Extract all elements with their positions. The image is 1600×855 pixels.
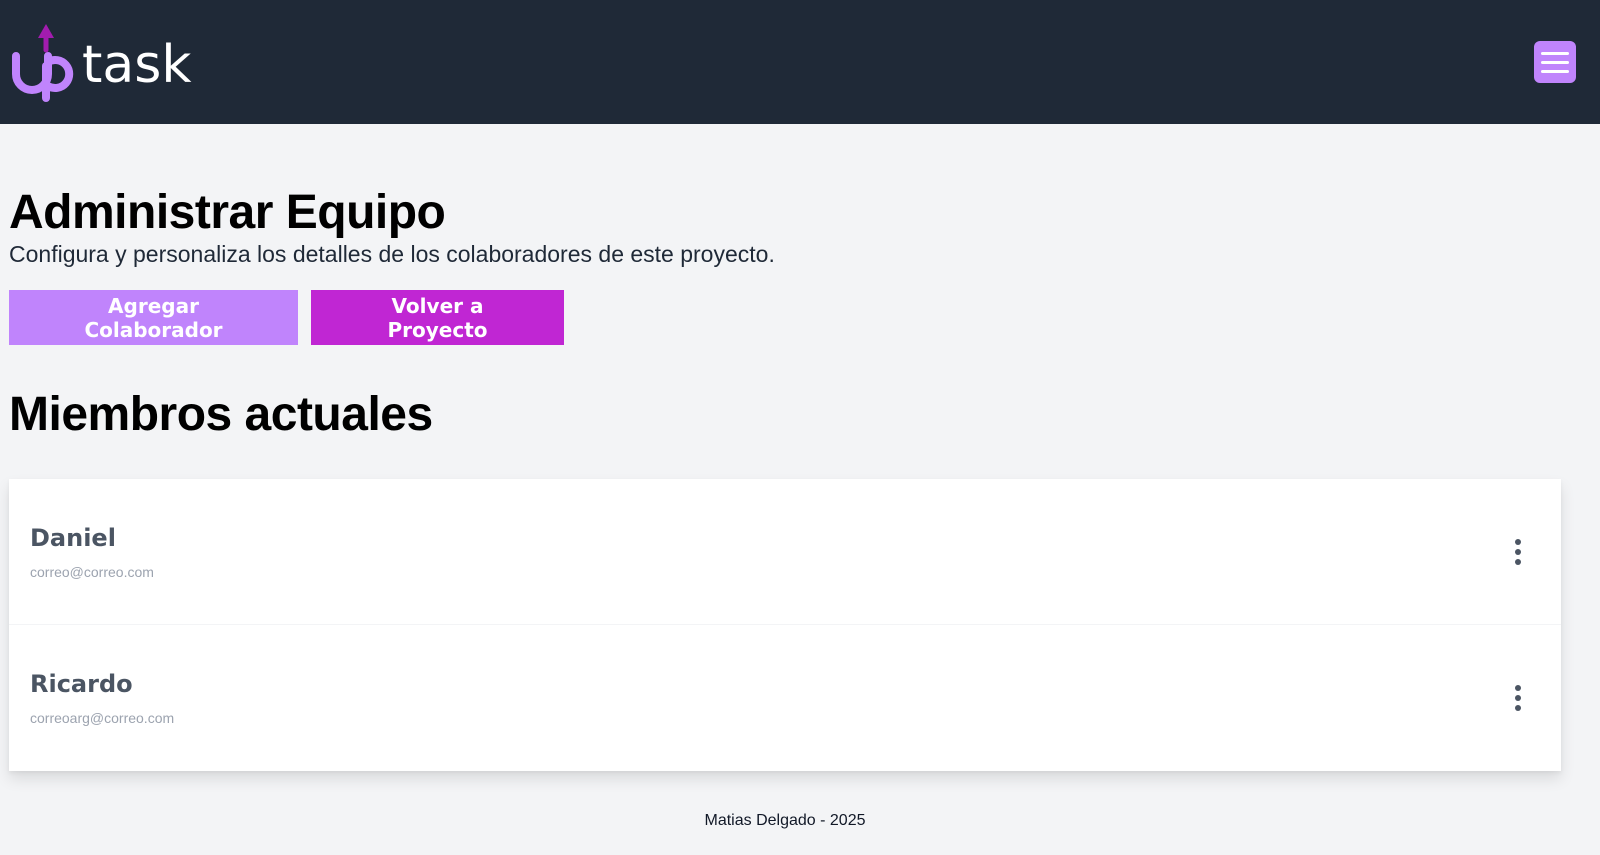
footer: Matias Delgado - 2025 [704,812,866,829]
menu-button[interactable] [1534,41,1576,83]
uptask-logo[interactable]: task [12,22,224,102]
member-options-button[interactable] [1505,533,1531,571]
app-header: task [0,0,1600,124]
member-email: correoarg@correo.com [30,710,175,726]
member-email: correo@correo.com [30,563,154,580]
back-to-project-button[interactable]: Volver a Proyecto [311,290,564,345]
hamburger-menu-icon [1541,51,1569,55]
member-name: Ricardo [30,670,133,698]
member-info: Daniel correo@correo.com [30,524,154,580]
member-name: Daniel [30,523,116,552]
uptask-logo-image: task [12,24,191,102]
add-collaborator-button[interactable]: Agregar Colaborador [9,290,298,345]
svg-text:task: task [82,35,191,95]
members-title: Miembros actuales [9,388,433,441]
action-bar: Agregar Colaborador Volver a Proyecto [9,290,1591,345]
member-row: Daniel correo@correo.com [9,479,1561,625]
kebab-menu-icon [1515,685,1521,691]
kebab-menu-icon [1515,538,1521,545]
page-subtitle: Configura y personaliza los detalles de … [9,241,775,267]
member-row: Ricardo correoarg@correo.com [9,625,1561,771]
member-list: Daniel correo@correo.com Ricardo correoa… [9,479,1561,771]
main-content: Administrar Equipo Configura y personali… [0,187,1600,771]
page-title: Administrar Equipo [9,186,446,239]
member-info: Ricardo correoarg@correo.com [30,670,174,726]
member-options-button[interactable] [1505,679,1531,717]
